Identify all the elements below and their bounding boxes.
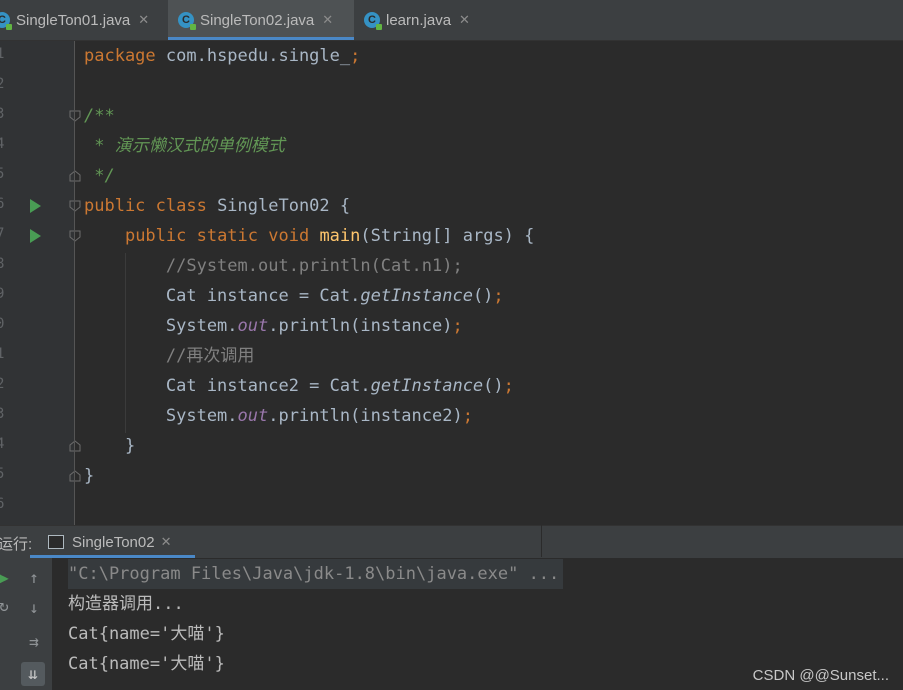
code-line-9: Cat instance = Cat.getInstance(); [84,286,504,306]
run-panel-header: 运行: SingleTon02 ✕ [0,525,903,559]
console-line: Cat{name='大喵'} [68,624,225,644]
java-class-icon: C [364,12,382,30]
close-icon[interactable]: ✕ [138,12,149,28]
tab-learn[interactable]: C learn.java ✕ [364,0,489,40]
fold-open-icon[interactable] [69,110,81,122]
line-number: 3 [0,106,5,122]
tab-singleton02[interactable]: C SingleTon02.java ✕ [168,0,354,40]
refresh-icon[interactable]: ↻ [0,594,16,618]
line-number: 2 [0,76,5,92]
run-toolstrip: ▶ ↑ ↻ ↓ ⇉ ⇊ [0,558,52,690]
active-tab-indicator [168,37,354,40]
console-line: "C:\Program Files\Java\jdk-1.8\bin\java.… [68,559,564,589]
code-line-15: } [84,466,95,486]
tab-singleton01[interactable]: C SingleTon01.java ✕ [0,0,166,40]
line-number: 4 [0,436,5,452]
line-number: 7 [0,226,5,242]
line-number: 3 [0,406,5,422]
watermark: CSDN @@Sunset... [752,667,889,684]
rerun-icon[interactable]: ▶ [0,566,16,590]
fold-close-icon[interactable] [69,470,81,482]
console-line: 构造器调用... [68,594,184,614]
code-line-10: System.out.println(instance); [84,316,463,336]
code-line-6: public class SingleTon02 { [84,196,351,216]
code-line-14: } [84,436,136,456]
console-line: Cat{name='大喵'} [68,654,225,674]
code-line-8: //System.out.println(Cat.n1); [84,256,463,276]
tab-label: learn.java [386,11,452,29]
code-line-11: //再次调用 [84,346,255,366]
line-number: 1 [0,346,5,362]
run-class-icon[interactable] [30,199,41,213]
line-number: 5 [0,466,5,482]
code-line-12: Cat instance2 = Cat.getInstance(); [84,376,514,396]
line-number: 5 [0,166,5,182]
line-number: 2 [0,376,5,392]
run-tab-label: SingleTon02 [72,533,155,551]
line-number: 0 [0,316,5,332]
fold-open-icon[interactable] [69,200,81,212]
soft-wrap-icon[interactable]: ⇉ [22,630,46,654]
close-icon[interactable]: ✕ [322,12,333,28]
up-arrow-icon[interactable]: ↑ [22,566,46,590]
close-icon[interactable]: ✕ [459,12,470,28]
code-line-3: /** [84,106,115,126]
line-number: 8 [0,256,5,272]
editor-gutter: 1 2 3 4 5 6 7 8 9 0 1 2 3 4 5 6 [0,41,81,525]
gutter-divider [74,41,75,525]
close-icon[interactable]: ✕ [161,534,172,550]
tab-label: SingleTon02.java [200,11,315,29]
run-tab-singleton02[interactable]: SingleTon02 ✕ [30,526,195,558]
code-line-4: * 演示懒汉式的单例模式 [84,136,285,156]
fold-close-icon[interactable] [69,440,81,452]
code-line-7: public static void main(String[] args) { [124,226,535,246]
line-number: 4 [0,136,5,152]
tab-label: SingleTon01.java [16,11,131,29]
scroll-to-end-icon[interactable]: ⇊ [21,662,45,686]
console-icon [48,535,64,549]
code-line-1: package com.hspedu.single_; [84,46,361,66]
fold-open-icon[interactable] [69,230,81,242]
run-label: 运行: [0,536,33,553]
line-number: 9 [0,286,5,302]
down-arrow-icon[interactable]: ↓ [22,596,46,620]
line-number: 6 [0,196,5,212]
line-number: 6 [0,496,5,512]
code-line-5: */ [84,166,115,186]
run-main-icon[interactable] [30,229,41,243]
panel-divider [541,525,542,557]
java-class-icon: C [0,12,12,30]
code-line-13: System.out.println(instance2); [84,406,473,426]
fold-close-icon[interactable] [69,170,81,182]
java-class-icon: C [178,12,196,30]
line-number: 1 [0,46,5,62]
editor-tab-bar: C SingleTon01.java ✕ C SingleTon02.java … [0,0,903,41]
